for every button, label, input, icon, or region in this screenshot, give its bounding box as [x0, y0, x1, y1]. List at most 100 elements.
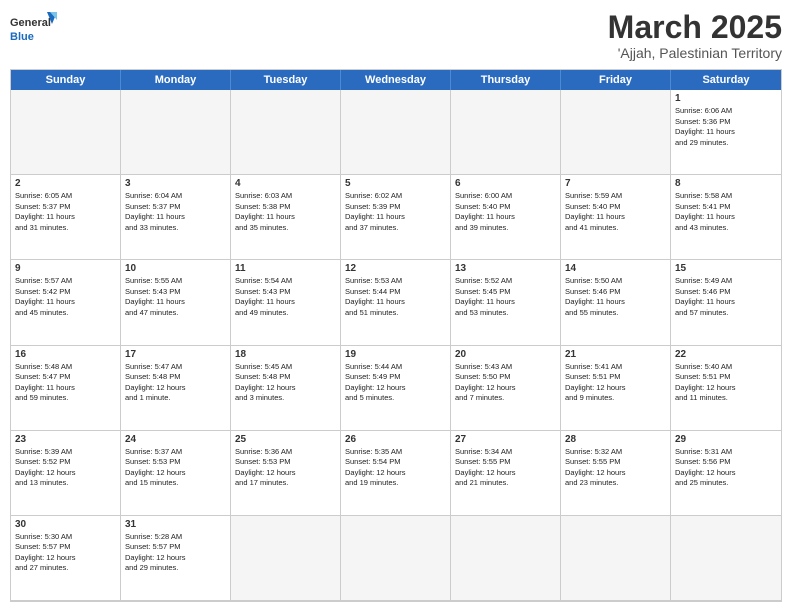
calendar: SundayMondayTuesdayWednesdayThursdayFrid…	[10, 69, 782, 602]
logo-svg: General Blue	[10, 10, 60, 52]
sun-info: Sunrise: 6:00 AM Sunset: 5:40 PM Dayligh…	[455, 191, 515, 232]
day-number: 14	[565, 263, 666, 274]
day-cell-29: 29Sunrise: 5:31 AM Sunset: 5:56 PM Dayli…	[671, 431, 781, 516]
day-cell-4: 4Sunrise: 6:03 AM Sunset: 5:38 PM Daylig…	[231, 175, 341, 260]
day-cell-25: 25 Sunrise: 5:36 AM Sunset: 5:53 PM Dayli…	[231, 431, 341, 516]
day-cell-14: 14 Sunrise: 5:50 AM Sunset: 5:46 PM Dayli…	[561, 260, 671, 345]
day-header-wednesday: Wednesday	[341, 70, 451, 90]
day-cell-23: 23 Sunrise: 5:39 AM Sunset: 5:52 PM Dayli…	[11, 431, 121, 516]
sun-info: Sunrise: 6:06 AM Sunset: 5:36 PM Dayligh…	[675, 106, 735, 147]
day-cell-7: 7 Sunrise: 5:59 AM Sunset: 5:40 PM Daylig…	[561, 175, 671, 260]
day-cell-18: 18Sunrise: 5:45 AM Sunset: 5:48 PM Dayli…	[231, 346, 341, 431]
sun-info: Sunrise: 5:37 AM Sunset: 5:53 PM Dayligh…	[125, 447, 185, 488]
sun-info: Sunrise: 5:47 AM Sunset: 5:48 PM Dayligh…	[125, 362, 185, 403]
empty-cell	[121, 90, 231, 175]
sun-info: Sunrise: 5:41 AM Sunset: 5:51 PM Dayligh…	[565, 362, 625, 403]
day-cell-19: 19 Sunrise: 5:44 AM Sunset: 5:49 PM Dayli…	[341, 346, 451, 431]
sun-info: Sunrise: 5:57 AM Sunset: 5:42 PM Dayligh…	[15, 276, 75, 317]
day-number: 8	[675, 178, 777, 189]
day-cell-26: 26Sunrise: 5:35 AM Sunset: 5:54 PM Dayli…	[341, 431, 451, 516]
day-number: 16	[15, 349, 116, 360]
sun-info: Sunrise: 5:32 AM Sunset: 5:55 PM Dayligh…	[565, 447, 625, 488]
day-header-friday: Friday	[561, 70, 671, 90]
day-header-thursday: Thursday	[451, 70, 561, 90]
day-number: 25	[235, 434, 336, 445]
day-cell-24: 24 Sunrise: 5:37 AM Sunset: 5:53 PM Dayli…	[121, 431, 231, 516]
sun-info: Sunrise: 6:02 AM Sunset: 5:39 PM Dayligh…	[345, 191, 405, 232]
sun-info: Sunrise: 5:52 AM Sunset: 5:45 PM Dayligh…	[455, 276, 515, 317]
sun-info: Sunrise: 5:48 AM Sunset: 5:47 PM Dayligh…	[15, 362, 75, 403]
day-number: 26	[345, 434, 446, 445]
sun-info: Sunrise: 5:49 AM Sunset: 5:46 PM Dayligh…	[675, 276, 735, 317]
day-cell-22: 22Sunrise: 5:40 AM Sunset: 5:51 PM Dayli…	[671, 346, 781, 431]
day-cell-15: 15 Sunrise: 5:49 AM Sunset: 5:46 PM Dayli…	[671, 260, 781, 345]
sun-info: Sunrise: 5:43 AM Sunset: 5:50 PM Dayligh…	[455, 362, 515, 403]
empty-cell	[231, 90, 341, 175]
sun-info: Sunrise: 6:05 AM Sunset: 5:37 PM Dayligh…	[15, 191, 75, 232]
day-number: 30	[15, 519, 116, 530]
sun-info: Sunrise: 5:59 AM Sunset: 5:40 PM Dayligh…	[565, 191, 625, 232]
day-cell-20: 20 Sunrise: 5:43 AM Sunset: 5:50 PM Dayli…	[451, 346, 561, 431]
day-number: 13	[455, 263, 556, 274]
day-number: 15	[675, 263, 777, 274]
day-headers: SundayMondayTuesdayWednesdayThursdayFrid…	[11, 70, 781, 90]
sun-info: Sunrise: 5:39 AM Sunset: 5:52 PM Dayligh…	[15, 447, 75, 488]
month-year: March 2025	[608, 10, 782, 45]
sun-info: Sunrise: 5:34 AM Sunset: 5:55 PM Dayligh…	[455, 447, 515, 488]
day-number: 6	[455, 178, 556, 189]
day-number: 17	[125, 349, 226, 360]
day-number: 2	[15, 178, 116, 189]
day-cell-21: 21 Sunrise: 5:41 AM Sunset: 5:51 PM Dayli…	[561, 346, 671, 431]
empty-cell	[11, 90, 121, 175]
day-number: 4	[235, 178, 336, 189]
sun-info: Sunrise: 5:36 AM Sunset: 5:53 PM Dayligh…	[235, 447, 295, 488]
logo: General Blue	[10, 10, 60, 52]
day-cell-31: 31 Sunrise: 5:28 AM Sunset: 5:57 PM Dayli…	[121, 516, 231, 601]
empty-cell	[451, 516, 561, 601]
day-number: 31	[125, 519, 226, 530]
day-cell-5: 5 Sunrise: 6:02 AM Sunset: 5:39 PM Daylig…	[341, 175, 451, 260]
day-header-saturday: Saturday	[671, 70, 781, 90]
day-cell-12: 12Sunrise: 5:53 AM Sunset: 5:44 PM Dayli…	[341, 260, 451, 345]
day-number: 11	[235, 263, 336, 274]
day-number: 20	[455, 349, 556, 360]
empty-cell	[341, 90, 451, 175]
day-header-tuesday: Tuesday	[231, 70, 341, 90]
page: General Blue March 2025 'Ajjah, Palestin…	[0, 0, 792, 612]
day-cell-27: 27Sunrise: 5:34 AM Sunset: 5:55 PM Dayli…	[451, 431, 561, 516]
empty-cell	[451, 90, 561, 175]
day-number: 21	[565, 349, 666, 360]
location: 'Ajjah, Palestinian Territory	[608, 45, 782, 61]
day-number: 9	[15, 263, 116, 274]
day-number: 19	[345, 349, 446, 360]
day-cell-1: 1Sunrise: 6:06 AM Sunset: 5:36 PM Daylig…	[671, 90, 781, 175]
day-cell-3: 3Sunrise: 6:04 AM Sunset: 5:37 PM Daylig…	[121, 175, 231, 260]
sun-info: Sunrise: 5:55 AM Sunset: 5:43 PM Dayligh…	[125, 276, 185, 317]
svg-text:General: General	[10, 17, 51, 29]
empty-cell	[341, 516, 451, 601]
day-cell-11: 11 Sunrise: 5:54 AM Sunset: 5:43 PM Dayli…	[231, 260, 341, 345]
day-cell-30: 30 Sunrise: 5:30 AM Sunset: 5:57 PM Dayli…	[11, 516, 121, 601]
sun-info: Sunrise: 5:30 AM Sunset: 5:57 PM Dayligh…	[15, 532, 75, 573]
day-cell-9: 9 Sunrise: 5:57 AM Sunset: 5:42 PM Daylig…	[11, 260, 121, 345]
day-number: 7	[565, 178, 666, 189]
header: General Blue March 2025 'Ajjah, Palestin…	[10, 10, 782, 61]
empty-cell	[561, 516, 671, 601]
sun-info: Sunrise: 5:44 AM Sunset: 5:49 PM Dayligh…	[345, 362, 405, 403]
sun-info: Sunrise: 5:50 AM Sunset: 5:46 PM Dayligh…	[565, 276, 625, 317]
day-number: 24	[125, 434, 226, 445]
day-cell-6: 6 Sunrise: 6:00 AM Sunset: 5:40 PM Daylig…	[451, 175, 561, 260]
day-number: 5	[345, 178, 446, 189]
day-number: 22	[675, 349, 777, 360]
title-block: March 2025 'Ajjah, Palestinian Territory	[608, 10, 782, 61]
sun-info: Sunrise: 5:28 AM Sunset: 5:57 PM Dayligh…	[125, 532, 185, 573]
calendar-grid: 1Sunrise: 6:06 AM Sunset: 5:36 PM Daylig…	[11, 90, 781, 601]
empty-cell	[561, 90, 671, 175]
sun-info: Sunrise: 5:54 AM Sunset: 5:43 PM Dayligh…	[235, 276, 295, 317]
day-number: 28	[565, 434, 666, 445]
day-number: 12	[345, 263, 446, 274]
day-number: 23	[15, 434, 116, 445]
day-cell-17: 17 Sunrise: 5:47 AM Sunset: 5:48 PM Dayli…	[121, 346, 231, 431]
sun-info: Sunrise: 6:04 AM Sunset: 5:37 PM Dayligh…	[125, 191, 185, 232]
day-cell-2: 2 Sunrise: 6:05 AM Sunset: 5:37 PM Daylig…	[11, 175, 121, 260]
